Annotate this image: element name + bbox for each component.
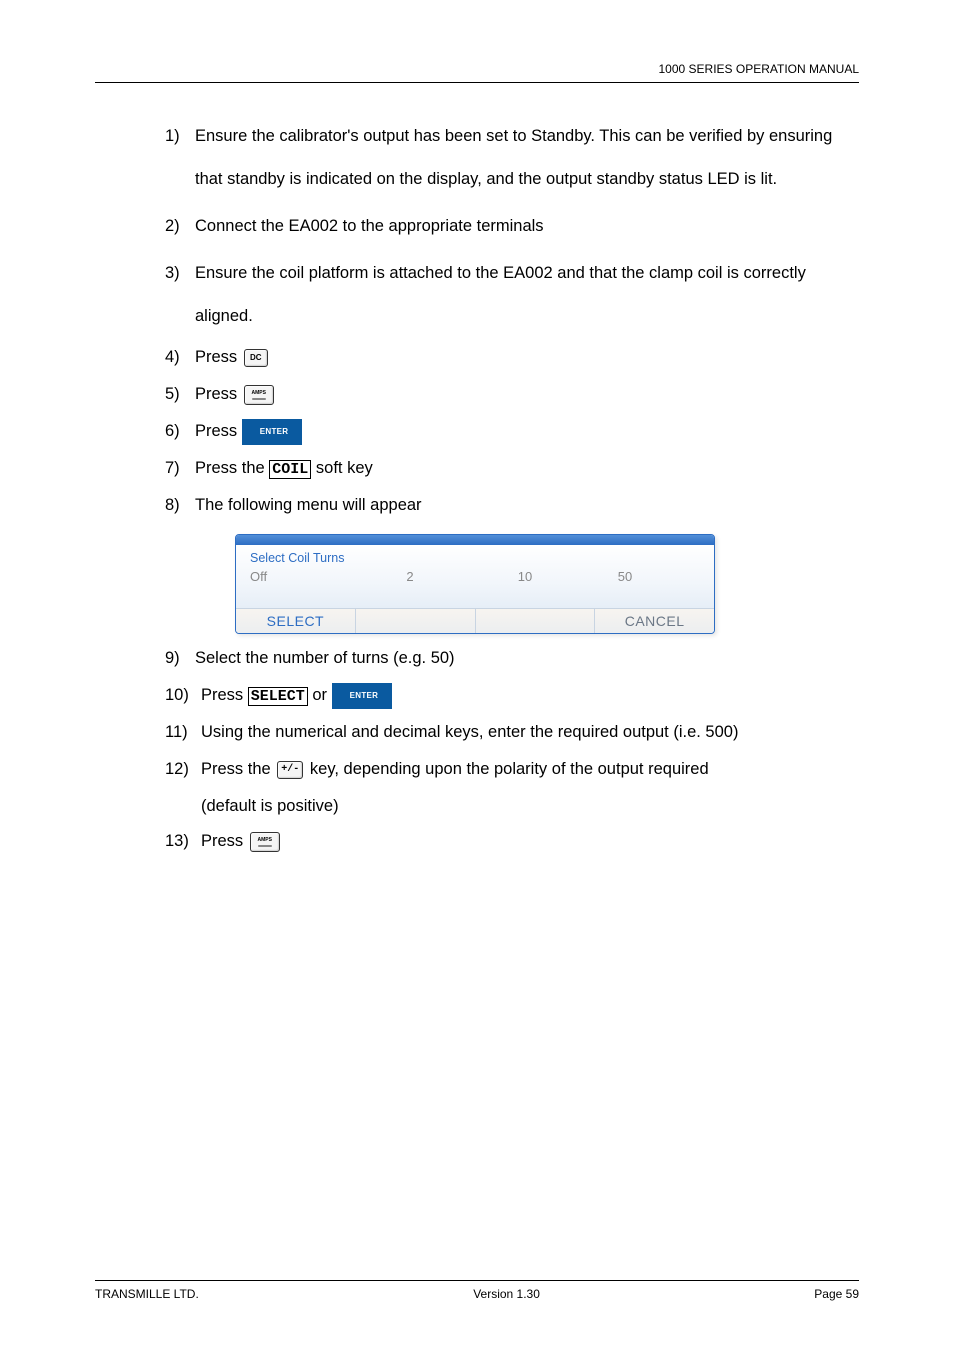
step-number: 2) xyxy=(165,205,195,248)
text: Press xyxy=(195,422,242,440)
plus-minus-key-icon: +/- xyxy=(277,761,303,779)
step-text: The following menu will appear xyxy=(195,489,859,522)
step-number: 12) xyxy=(165,753,201,786)
step-4: 4) Press DC xyxy=(165,341,859,374)
amps-key-icon: AMPS xyxy=(244,385,274,405)
dc-key-icon: DC xyxy=(244,349,268,367)
dialog-body: Select Coil Turns Off 2 10 50 xyxy=(236,545,714,608)
select-button[interactable]: SELECT xyxy=(236,609,355,633)
dialog-options-row: Off 2 10 50 xyxy=(250,567,700,606)
step-11: 11) Using the numerical and decimal keys… xyxy=(165,716,859,749)
step-text: Press DC xyxy=(195,341,859,374)
step-text: Press the +/- key, depending upon the po… xyxy=(201,753,859,786)
cancel-button[interactable]: CANCEL xyxy=(594,609,714,633)
step-text: Press the COIL soft key xyxy=(195,452,859,485)
step-7: 7) Press the COIL soft key xyxy=(165,452,859,485)
header-title: 1000 SERIES OPERATION MANUAL xyxy=(658,62,859,76)
amps-bar xyxy=(252,398,266,400)
text: Press the xyxy=(201,760,275,778)
empty-button: . xyxy=(475,609,595,633)
step-8: 8) The following menu will appear xyxy=(165,489,859,522)
amps-key-icon: AMPS xyxy=(250,832,280,852)
text: Press the xyxy=(195,459,269,477)
step-number: 9) xyxy=(165,642,195,675)
dialog-footer: SELECT . . CANCEL xyxy=(236,608,714,633)
step-text: Ensure the calibrator's output has been … xyxy=(195,115,859,201)
step-text: Connect the EA002 to the appropriate ter… xyxy=(195,205,859,248)
text: Press xyxy=(201,686,248,704)
footer-version: Version 1.30 xyxy=(473,1287,540,1301)
step-text: Press SELECT or ENTER xyxy=(201,679,859,712)
step-text: Press AMPS xyxy=(195,378,859,411)
step-text: Select the number of turns (e.g. 50) xyxy=(195,642,859,675)
text: key, depending upon the polarity of the … xyxy=(305,760,708,778)
amps-bar xyxy=(258,845,272,847)
step-number: 6) xyxy=(165,415,195,448)
coil-turns-dialog: Select Coil Turns Off 2 10 50 SELECT . .… xyxy=(235,534,715,634)
step-3: 3) Ensure the coil platform is attached … xyxy=(165,252,859,338)
step-text: Press AMPS xyxy=(201,825,859,858)
step-2: 2) Connect the EA002 to the appropriate … xyxy=(165,205,859,248)
option-50[interactable]: 50 xyxy=(580,569,670,584)
option-off[interactable]: Off xyxy=(250,569,350,584)
select-softkey-label: SELECT xyxy=(248,687,308,706)
coil-softkey-label: COIL xyxy=(269,460,311,479)
dialog-title: Select Coil Turns xyxy=(250,551,700,565)
header-rule xyxy=(95,82,859,83)
empty-button: . xyxy=(355,609,475,633)
step-13: 13) Press AMPS xyxy=(165,825,859,858)
option-10[interactable]: 10 xyxy=(470,569,580,584)
amps-label: AMPS xyxy=(258,838,272,843)
step-number: 11) xyxy=(165,716,201,749)
main-content: 1) Ensure the calibrator's output has be… xyxy=(165,115,859,862)
step-number: 8) xyxy=(165,489,195,522)
option-2[interactable]: 2 xyxy=(350,569,470,584)
step-number: 4) xyxy=(165,341,195,374)
footer-company: TRANSMILLE LTD. xyxy=(95,1287,199,1301)
step-number: 7) xyxy=(165,452,195,485)
amps-label: AMPS xyxy=(252,391,266,396)
step-number: 5) xyxy=(165,378,195,411)
step-12: 12) Press the +/- key, depending upon th… xyxy=(165,753,859,786)
step-number: 1) xyxy=(165,115,195,201)
page-footer: TRANSMILLE LTD. Version 1.30 Page 59 xyxy=(95,1287,859,1301)
text: Press xyxy=(195,348,242,366)
step-5: 5) Press AMPS xyxy=(165,378,859,411)
step-9: 9) Select the number of turns (e.g. 50) xyxy=(165,642,859,675)
text: soft key xyxy=(311,459,372,477)
step-text: Ensure the coil platform is attached to … xyxy=(195,252,859,338)
step-number: 10) xyxy=(165,679,201,712)
step-text: Press ENTER xyxy=(195,415,859,448)
text: Press xyxy=(201,832,248,850)
dialog-titlebar xyxy=(236,535,714,545)
step-number: 13) xyxy=(165,825,201,858)
step-number: 3) xyxy=(165,252,195,338)
step-12-continued: (default is positive) xyxy=(201,790,859,823)
footer-rule xyxy=(95,1280,859,1281)
enter-key-icon: ENTER xyxy=(242,419,303,445)
text: or xyxy=(308,686,332,704)
enter-key-icon: ENTER xyxy=(332,683,393,709)
step-10: 10) Press SELECT or ENTER xyxy=(165,679,859,712)
step-6: 6) Press ENTER xyxy=(165,415,859,448)
step-1: 1) Ensure the calibrator's output has be… xyxy=(165,115,859,201)
text: Press xyxy=(195,385,242,403)
step-text: Using the numerical and decimal keys, en… xyxy=(201,716,859,749)
footer-page: Page 59 xyxy=(814,1287,859,1301)
